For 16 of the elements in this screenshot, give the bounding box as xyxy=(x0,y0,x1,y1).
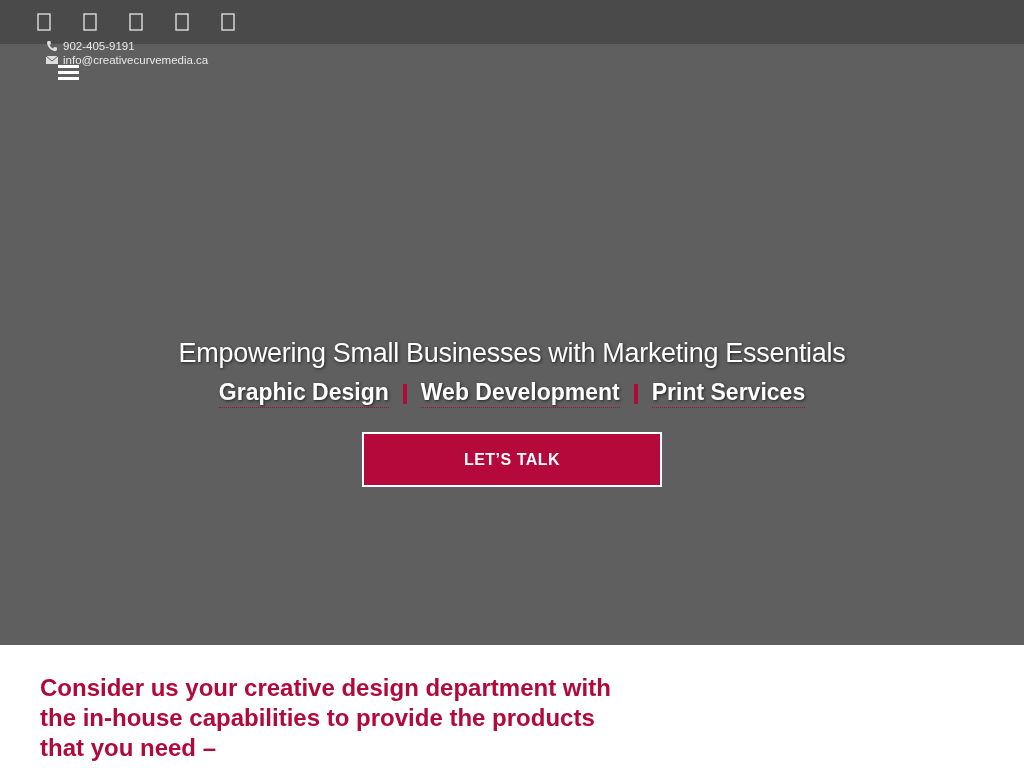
box-icon[interactable] xyxy=(36,12,52,32)
intro-heading: Consider us your creative design department with the in-house capabilities to provide the products that you need – xyxy=(40,673,612,763)
envelope-icon xyxy=(46,54,58,66)
phone-icon xyxy=(46,40,58,52)
box-icon[interactable] xyxy=(128,12,144,32)
service-link[interactable]: Web Development xyxy=(420,379,620,408)
email-link[interactable]: info@creativecurvemedia.ca xyxy=(63,54,209,66)
menu-icon[interactable] xyxy=(58,65,79,80)
box-icon[interactable] xyxy=(220,12,236,32)
lets-talk-button[interactable]: LET’S TALK xyxy=(362,432,662,487)
phone-number[interactable]: 902-405-9191 xyxy=(63,40,135,52)
box-icon[interactable] xyxy=(82,12,98,32)
service-link[interactable]: Print Services xyxy=(651,379,806,408)
service-link[interactable]: Graphic Design xyxy=(218,379,389,408)
box-icon[interactable] xyxy=(174,12,190,32)
hero-title: Empowering Small Businesses with Marketing Essentials xyxy=(178,338,846,369)
